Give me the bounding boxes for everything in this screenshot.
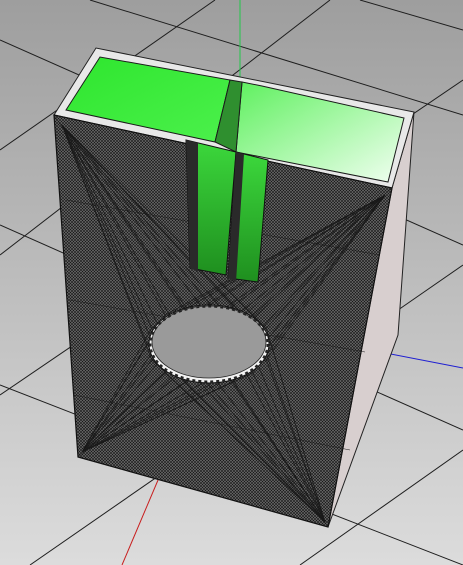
scene-canvas[interactable] — [0, 0, 463, 565]
3d-viewport[interactable] — [0, 0, 463, 565]
